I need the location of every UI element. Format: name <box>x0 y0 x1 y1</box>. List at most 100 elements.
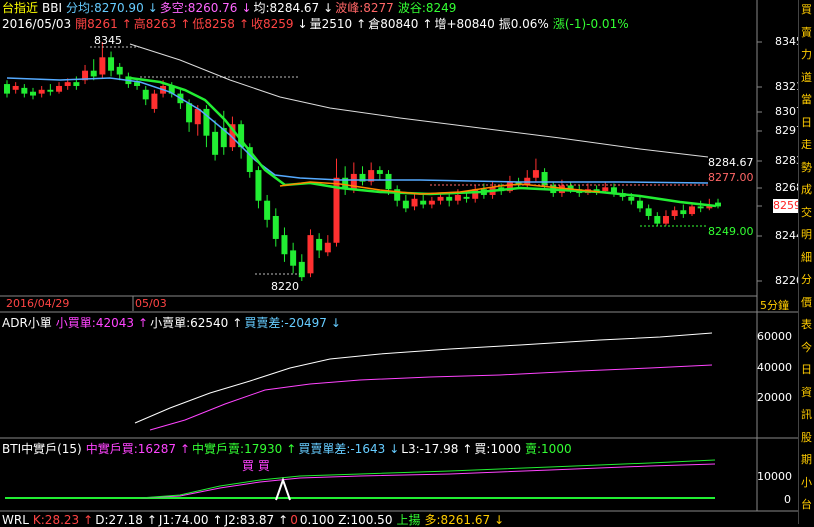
candle-body-79 <box>688 206 695 215</box>
sidebar-char-14[interactable]: 表 <box>799 318 814 331</box>
wrl-seg-12: 上揚 <box>396 513 421 527</box>
bti-seg-3: 中實戶賣:17930 <box>192 442 283 456</box>
adr-seg-4: ↑ <box>232 316 243 330</box>
candle-body-31 <box>272 215 279 239</box>
candle-body-29 <box>255 170 262 201</box>
bti-tick-0: 10000 <box>757 470 792 483</box>
candle-body-17 <box>151 93 158 109</box>
wrl-seg-4: ↑ <box>146 513 157 527</box>
sidebar-char-16[interactable]: 日 <box>799 363 814 376</box>
wrl-seg-3: D:27.18 <box>95 513 143 527</box>
candle-body-6 <box>56 85 63 92</box>
candle-body-62 <box>541 172 548 186</box>
candle-body-0 <box>4 84 10 94</box>
sidebar-char-10[interactable]: 明 <box>799 228 814 241</box>
sidebar-char-11[interactable]: 細 <box>799 251 814 264</box>
ma-blue-line <box>6 77 709 184</box>
wrl-seg-5: J1:74.00 <box>158 513 209 527</box>
sidebar-char-12[interactable]: 分 <box>799 273 814 286</box>
sidebar-char-17[interactable]: 資 <box>799 386 814 399</box>
candle-body-13 <box>116 66 123 75</box>
sidebar-char-4[interactable]: 當 <box>799 93 814 106</box>
wrl-seg-2: ↑ <box>83 513 94 527</box>
adr-info: ADR小單 小買單:42043 ↑ 小賣單:62540 ↑ 買賣差:-20497 ↓ <box>2 316 343 330</box>
wrl-seg-13: 多:8261.67 <box>424 513 491 527</box>
bti-seg-5: 買賣單差:-1643 <box>298 442 386 456</box>
candle-body-11 <box>99 57 106 75</box>
candle-body-32 <box>281 235 288 255</box>
bti-seg-9: 買:1000 <box>474 442 521 456</box>
adr-buy-line <box>149 364 713 431</box>
date-label-1: 2016/04/29 <box>6 297 70 310</box>
candle-body-74 <box>645 208 652 216</box>
adr-seg-6: ↓ <box>330 316 341 330</box>
candle-body-16 <box>142 89 149 100</box>
sidebar-char-21[interactable]: 小 <box>799 476 814 489</box>
sidebar-char-13[interactable]: 價 <box>799 296 814 309</box>
candle-body-77 <box>671 210 678 216</box>
wrl-seg-1: K:28.23 <box>32 513 80 527</box>
sidebar-char-22[interactable]: 台 <box>799 498 814 511</box>
candle-body-72 <box>628 196 635 201</box>
avg-label: 8284.67 <box>708 156 754 169</box>
bti-seg-2: ↑ <box>179 442 191 456</box>
sidebar-char-15[interactable]: 今 <box>799 341 814 354</box>
candle-body-24 <box>212 131 219 155</box>
sidebar-char-18[interactable]: 訊 <box>799 408 814 421</box>
bti-info: BTI中實戶(15) 中實戶買:16287 ↑ 中實戶賣:17930 ↑ 買賣單差:-16… <box>2 442 576 456</box>
bti-sell-line <box>139 459 716 499</box>
bti-seg-10: 賣:1000 <box>525 442 572 456</box>
wrl-info: WRL K:28.23 ↑ D:27.18 ↑ J1:74.00 ↑ J2:83.87 ↑ 0 0.… <box>2 513 506 527</box>
sidebar-char-9[interactable]: 交 <box>799 206 814 219</box>
candle-body-12 <box>108 57 115 71</box>
candle-body-47 <box>411 198 418 207</box>
adr-tick-1: 40000 <box>757 361 792 374</box>
sidebar-char-7[interactable]: 勢 <box>799 161 814 174</box>
candle-body-80 <box>697 206 704 209</box>
bti-seg-8: ↑ <box>462 442 473 456</box>
bti-seg-7: L3:-17.98 <box>401 442 459 456</box>
candle-body-15 <box>134 82 141 86</box>
wrl-seg-10: 0.100 <box>299 513 335 527</box>
trough-label: 8249.00 <box>708 225 754 238</box>
candle-body-37 <box>324 242 331 253</box>
candle-body-5 <box>47 89 54 92</box>
adr-tick-0: 60000 <box>757 330 792 343</box>
wrl-seg-0: WRL <box>2 513 29 527</box>
candle-body-7 <box>64 82 71 86</box>
candle-body-73 <box>636 200 643 209</box>
candle-body-22 <box>194 108 201 125</box>
candle-body-48 <box>420 200 427 205</box>
adr-seg-3: 小賣單:62540 <box>150 316 229 330</box>
candle-body-69 <box>602 187 609 192</box>
sidebar-char-2[interactable]: 力 <box>799 48 814 61</box>
candle-body-36 <box>316 238 323 251</box>
adr-seg-2: ↑ <box>138 316 149 330</box>
candle-body-52 <box>454 194 461 201</box>
candle-body-4 <box>38 89 45 94</box>
period-label[interactable]: 5分鐘 <box>760 299 789 313</box>
sidebar-char-0[interactable]: 買 <box>799 3 814 16</box>
sidebar-char-8[interactable]: 成 <box>799 183 814 196</box>
candle-body-10 <box>90 70 97 77</box>
bti-seg-0: BTI中實戶(15) <box>2 442 82 456</box>
candle-body-78 <box>680 210 687 215</box>
date-label-2: 05/03 <box>135 297 167 310</box>
candle-body-3 <box>30 91 37 96</box>
sidebar-char-3[interactable]: 道 <box>799 71 814 84</box>
bti-seg-4: ↑ <box>286 442 297 456</box>
candle-body-76 <box>662 215 669 224</box>
sidebar-char-19[interactable]: 股 <box>799 431 814 444</box>
adr-seg-0: ADR小單 <box>2 316 52 330</box>
sidebar-char-5[interactable]: 日 <box>799 116 814 129</box>
candle-body-51 <box>446 196 453 201</box>
candle-body-35 <box>307 235 314 274</box>
sidebar-char-1[interactable]: 賣 <box>799 26 814 39</box>
sidebar-char-20[interactable]: 期 <box>799 453 814 466</box>
candle-body-33 <box>290 250 297 266</box>
candle-body-30 <box>264 200 271 220</box>
wrl-seg-9: 0 <box>290 513 298 527</box>
bti-seg-1: 中實戶買:16287 <box>85 442 176 456</box>
sidebar-char-6[interactable]: 走 <box>799 138 814 151</box>
candle-body-75 <box>654 215 661 224</box>
